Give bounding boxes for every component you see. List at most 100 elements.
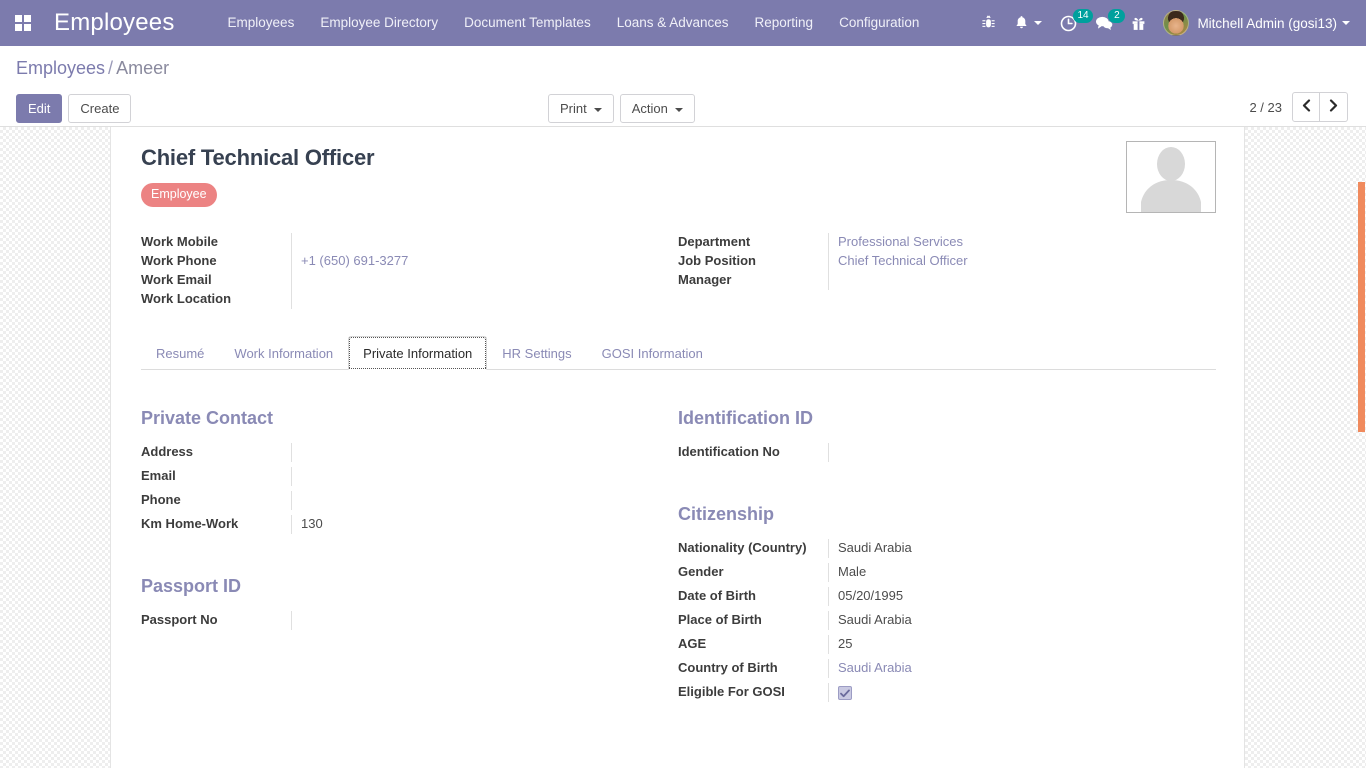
field-label: Department <box>678 233 751 249</box>
tab-work-information[interactable]: Work Information <box>219 336 348 370</box>
field-value[interactable]: 25 <box>828 634 1215 654</box>
record-pager: 2 / 23 <box>1249 92 1348 122</box>
field-value: Chief Technical Officer <box>828 251 1215 271</box>
menu-employees[interactable]: Employees <box>215 0 308 46</box>
apps-grid-icon <box>15 15 31 31</box>
pager-next-button[interactable] <box>1320 92 1348 122</box>
breadcrumb: Employees / Ameer <box>16 58 169 79</box>
field-value[interactable]: Saudi Arabia <box>828 538 1215 558</box>
app-brand-title: Employees <box>54 9 175 36</box>
tab-resume[interactable]: Resumé <box>141 336 219 370</box>
bell-icon[interactable] <box>1005 0 1051 46</box>
form-sheet: Chief Technical Officer Employee Work Mo… <box>110 127 1245 768</box>
field-passport-no: Passport No <box>141 610 678 630</box>
gift-icon[interactable] <box>1122 0 1155 46</box>
tab-private-information[interactable]: Private Information <box>348 335 488 370</box>
field-value: +1 (650) 691-3277 <box>291 251 678 271</box>
pager-previous-button[interactable] <box>1292 92 1320 122</box>
field-work-mobile: Work Mobile <box>141 232 678 252</box>
person-placeholder-icon <box>1127 142 1215 212</box>
field-value[interactable] <box>828 442 1215 462</box>
section-private-contact: Private Contact Address Email Phone Km H… <box>141 408 678 534</box>
field-label: AGE <box>678 635 707 651</box>
department-link[interactable]: Professional Services <box>838 234 963 249</box>
breadcrumb-separator: / <box>108 58 114 78</box>
tab-gosi-information[interactable]: GOSI Information <box>587 336 718 370</box>
menu-loans-advances[interactable]: Loans & Advances <box>604 0 742 46</box>
field-job-position: Job Position Chief Technical Officer <box>678 251 1215 271</box>
field-label: Work Mobile <box>141 233 219 249</box>
header-group-right: Department Professional Services Job Pos… <box>678 232 1215 309</box>
print-dropdown-button[interactable]: Print <box>548 94 614 123</box>
pager-buttons <box>1292 92 1348 122</box>
private-info-right-column: Identification ID Identification No Citi… <box>678 408 1215 707</box>
field-label: Place of Birth <box>678 611 762 627</box>
eligible-for-gosi-checkbox[interactable] <box>838 686 852 700</box>
field-label: Km Home-Work <box>141 515 239 531</box>
field-label: Email <box>141 467 176 483</box>
field-label: Identification No <box>678 443 780 459</box>
status-badge[interactable]: Employee <box>141 183 217 207</box>
employee-avatar[interactable] <box>1126 141 1216 213</box>
record-dropdown-buttons: Print Action <box>548 94 701 123</box>
menu-configuration[interactable]: Configuration <box>826 0 932 46</box>
chat-bubble-icon[interactable]: 2 <box>1086 0 1126 46</box>
user-menu[interactable]: Mitchell Admin (gosi13) <box>1155 0 1356 46</box>
field-label: Work Location <box>141 290 232 306</box>
field-label: Eligible For GOSI <box>678 683 785 699</box>
field-value: Saudi Arabia <box>828 658 1215 678</box>
field-value[interactable] <box>291 490 678 510</box>
work-phone-link[interactable]: +1 (650) 691-3277 <box>301 253 408 268</box>
breadcrumb-root-link[interactable]: Employees <box>16 58 105 78</box>
field-value[interactable]: Saudi Arabia <box>828 610 1215 630</box>
header-group-left: Work Mobile Work Phone +1 (650) 691-3277… <box>141 232 678 309</box>
field-date-of-birth: Date of Birth 05/20/1995 <box>678 586 1215 606</box>
job-position-link[interactable]: Chief Technical Officer <box>838 253 968 268</box>
field-label: Manager <box>678 271 732 287</box>
vertical-scrollbar[interactable] <box>1357 127 1366 768</box>
breadcrumb-current: Ameer <box>116 58 170 78</box>
field-value[interactable] <box>291 289 678 309</box>
field-label: Date of Birth <box>678 587 756 603</box>
field-label: Country of Birth <box>678 659 778 675</box>
edit-button[interactable]: Edit <box>16 94 63 123</box>
field-value[interactable] <box>291 442 678 462</box>
action-dropdown-button[interactable]: Action <box>619 94 695 123</box>
chevron-left-icon <box>1302 99 1311 115</box>
field-work-email: Work Email <box>141 270 678 290</box>
user-avatar <box>1163 10 1190 36</box>
activity-clock-icon[interactable]: 14 <box>1051 0 1093 46</box>
field-value[interactable]: Male <box>828 562 1215 582</box>
field-value[interactable] <box>291 610 678 630</box>
form-notebook: Resumé Work Information Private Informat… <box>141 335 1216 707</box>
field-value[interactable]: 130 <box>291 514 678 534</box>
menu-employee-directory[interactable]: Employee Directory <box>307 0 451 46</box>
header-field-groups: Work Mobile Work Phone +1 (650) 691-3277… <box>141 232 1216 309</box>
chevron-down-icon <box>1034 21 1043 25</box>
field-value[interactable] <box>291 232 678 252</box>
menu-reporting[interactable]: Reporting <box>742 0 827 46</box>
field-email: Email <box>141 466 678 486</box>
create-button[interactable]: Create <box>68 94 132 123</box>
field-gender: Gender Male <box>678 562 1215 582</box>
bug-icon[interactable] <box>972 0 1005 46</box>
field-value[interactable] <box>291 270 678 290</box>
country-of-birth-link[interactable]: Saudi Arabia <box>838 660 912 675</box>
menu-document-templates[interactable]: Document Templates <box>451 0 604 46</box>
field-value[interactable]: 05/20/1995 <box>828 586 1215 606</box>
apps-menu-button[interactable] <box>0 0 46 46</box>
field-work-phone: Work Phone +1 (650) 691-3277 <box>141 251 678 271</box>
private-info-left-column: Private Contact Address Email Phone Km H… <box>141 408 678 707</box>
field-label: Work Email <box>141 271 212 287</box>
notebook-page-private-information: Private Contact Address Email Phone Km H… <box>141 370 1216 707</box>
field-label: Address <box>141 443 194 459</box>
tab-hr-settings[interactable]: HR Settings <box>487 336 586 370</box>
field-value: Professional Services <box>828 232 1215 252</box>
section-title: Identification ID <box>678 407 813 428</box>
scrollbar-thumb[interactable] <box>1358 182 1365 432</box>
top-navbar: Employees Employees Employee Directory D… <box>0 0 1366 46</box>
main-menu: Employees Employee Directory Document Te… <box>215 0 933 46</box>
field-value[interactable] <box>291 466 678 486</box>
field-value[interactable] <box>828 270 1215 290</box>
field-label: Phone <box>141 491 181 507</box>
